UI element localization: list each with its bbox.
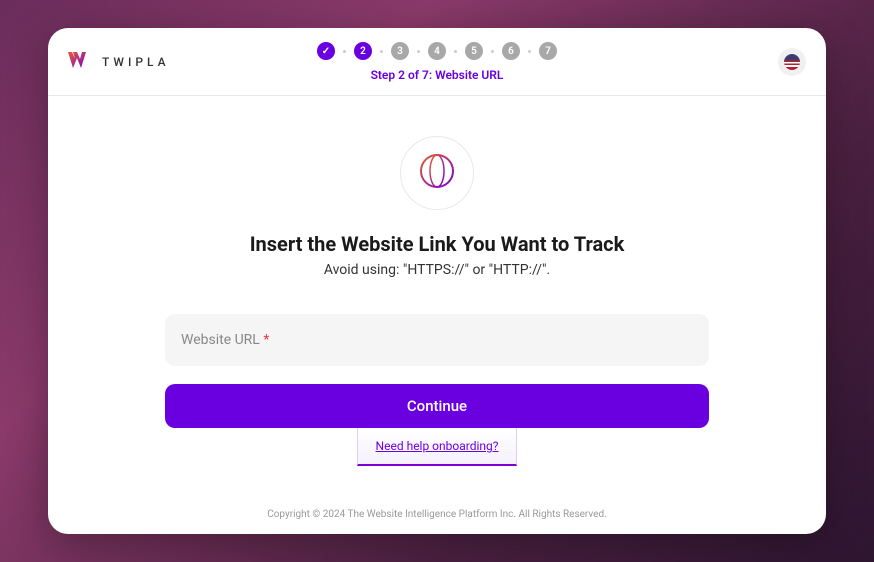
logo-text: TWIPLA: [102, 55, 170, 69]
logo-icon: [68, 52, 92, 72]
step-7: 7: [539, 42, 557, 60]
step-label: Step 2 of 7: Website URL: [371, 68, 504, 82]
page-subheading: Avoid using: "HTTPS://" or "HTTP://".: [324, 262, 550, 278]
stepper-container: 2 3 4 5 6 7 Step 2 of 7: Website URL: [317, 42, 557, 82]
step-1: [317, 42, 335, 60]
step-4: 4: [428, 42, 446, 60]
help-container: Need help onboarding?: [357, 428, 517, 466]
url-input-label-text: Website URL: [181, 332, 260, 348]
step-separator: [454, 50, 457, 53]
language-selector[interactable]: [778, 48, 806, 76]
step-2: 2: [354, 42, 372, 60]
step-separator: [528, 50, 531, 53]
globe-icon: [418, 152, 456, 194]
step-separator: [491, 50, 494, 53]
step-separator: [417, 50, 420, 53]
step-separator: [380, 50, 383, 53]
continue-button[interactable]: Continue: [165, 384, 709, 428]
flag-icon: [784, 54, 800, 70]
page-heading: Insert the Website Link You Want to Trac…: [250, 232, 625, 256]
content: Insert the Website Link You Want to Trac…: [48, 96, 826, 495]
step-6: 6: [502, 42, 520, 60]
url-input-label: Website URL *: [181, 332, 269, 348]
footer: Copyright © 2024 The Website Intelligenc…: [48, 495, 826, 534]
url-input[interactable]: [269, 332, 693, 348]
logo: TWIPLA: [68, 52, 170, 72]
url-input-wrapper[interactable]: Website URL *: [165, 314, 709, 366]
step-5: 5: [465, 42, 483, 60]
stepper: 2 3 4 5 6 7: [317, 42, 557, 60]
onboarding-card: TWIPLA 2 3 4 5 6 7 Step 2 of 7: Website …: [48, 28, 826, 534]
step-separator: [343, 50, 346, 53]
help-link[interactable]: Need help onboarding?: [376, 439, 499, 453]
header: TWIPLA 2 3 4 5 6 7 Step 2 of 7: Website …: [48, 28, 826, 96]
step-3: 3: [391, 42, 409, 60]
globe-container: [400, 136, 474, 210]
